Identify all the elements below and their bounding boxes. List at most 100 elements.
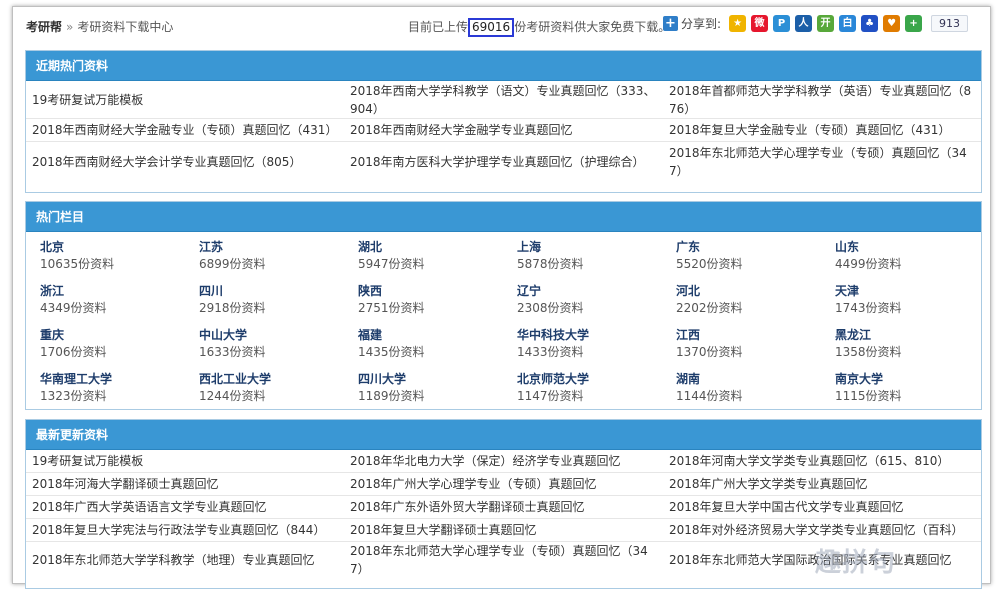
resource-link[interactable]: 2018年复旦大学宪法与行政法学专业真题回忆（844） <box>26 519 344 542</box>
hot-column-name[interactable]: 重庆 <box>40 327 199 344</box>
breadcrumb-current: 考研资料下载中心 <box>77 20 174 34</box>
resource-link[interactable]: 2018年首都师范大学学科教学（英语）专业真题回忆（876） <box>663 81 981 119</box>
hot-column-count: 1743份资料 <box>835 301 902 315</box>
resource-link[interactable]: 2018年复旦大学翻译硕士真题回忆 <box>344 519 663 542</box>
resource-link[interactable]: 2018年西南财经大学金融专业（专硕）真题回忆（431） <box>26 119 344 142</box>
hot-column-item[interactable]: 江苏 6899份资料 <box>199 236 358 280</box>
resource-link[interactable]: 2018年广东外语外贸大学翻译硕士真题回忆 <box>344 496 663 519</box>
resource-link[interactable]: 2018年广西大学英语语言文学专业真题回忆 <box>26 496 344 519</box>
hot-column-item[interactable]: 黑龙江 1358份资料 <box>835 324 994 368</box>
hot-column-name[interactable]: 辽宁 <box>517 283 676 300</box>
hot-column-name[interactable]: 河北 <box>676 283 835 300</box>
resource-link[interactable]: 2018年河南大学文学类专业真题回忆（615、810） <box>663 450 981 473</box>
hot-column-name[interactable]: 广东 <box>676 239 835 256</box>
resource-link[interactable]: 2018年复旦大学金融专业（专硕）真题回忆（431） <box>663 119 981 142</box>
resource-link[interactable]: 19考研复试万能模板 <box>26 450 344 473</box>
hot-column-count: 1435份资料 <box>358 345 425 359</box>
hot-column-item[interactable]: 华南理工大学 1323份资料 <box>40 368 199 412</box>
more-icon[interactable]: + <box>905 15 923 32</box>
hot-column-item[interactable]: 上海 5878份资料 <box>517 236 676 280</box>
hot-column-count: 4499份资料 <box>835 257 902 271</box>
hot-column-count: 1244份资料 <box>199 389 266 403</box>
pengyou-icon[interactable]: P <box>773 15 791 32</box>
hot-column-name[interactable]: 浙江 <box>40 283 199 300</box>
hot-column-name[interactable]: 黑龙江 <box>835 327 994 344</box>
hot-column-item[interactable]: 重庆 1706份资料 <box>40 324 199 368</box>
hot-column-item[interactable]: 中山大学 1633份资料 <box>199 324 358 368</box>
hot-column-item[interactable]: 广东 5520份资料 <box>676 236 835 280</box>
resource-link[interactable]: 2018年南方医科大学护理学专业真题回忆（护理综合） <box>344 142 663 182</box>
share-bar: + 分享到: ★ 微 P 人开白 ♣ ♥ + 913 <box>663 15 969 32</box>
resource-link[interactable]: 2018年西南财经大学会计学专业真题回忆（805） <box>26 142 344 182</box>
page-frame: 考研帮 » 考研资料下载中心 目前已上传 69016 份考研资料供大家免费下载。 + 分… <box>12 6 991 589</box>
hot-column-item[interactable]: 华中科技大学 1433份资料 <box>517 324 676 368</box>
share-plus-icon[interactable]: + <box>663 16 678 31</box>
hot-column-name[interactable]: 南京大学 <box>835 371 994 388</box>
hot-column-item[interactable]: 辽宁 2308份资料 <box>517 280 676 324</box>
hot-column-name[interactable]: 陕西 <box>358 283 517 300</box>
hot-column-item[interactable]: 福建 1435份资料 <box>358 324 517 368</box>
hot-column-item[interactable]: 南京大学 1115份资料 <box>835 368 994 412</box>
hot-column-item[interactable]: 北京 10635份资料 <box>40 236 199 280</box>
hot-column-name[interactable]: 江西 <box>676 327 835 344</box>
favorite-icon[interactable]: ♥ <box>883 15 901 32</box>
resource-link[interactable]: 2018年广州大学文学类专业真题回忆 <box>663 473 981 496</box>
notice-prefix: 目前已上传 <box>408 20 469 34</box>
resource-link[interactable]: 2018年河海大学翻译硕士真题回忆 <box>26 473 344 496</box>
hot-column-item[interactable]: 四川 2918份资料 <box>199 280 358 324</box>
hot-column-count: 1633份资料 <box>199 345 266 359</box>
hot-column-name[interactable]: 北京 <box>40 239 199 256</box>
hot-column-item[interactable]: 浙江 4349份资料 <box>40 280 199 324</box>
resource-link[interactable]: 2018年广州大学心理学专业（专硕）真题回忆 <box>344 473 663 496</box>
resource-link[interactable]: 2018年西南大学学科教学（语文）专业真题回忆（333、904） <box>344 81 663 119</box>
breadcrumb-home-link[interactable]: 考研帮 <box>26 20 62 34</box>
resource-link[interactable]: 2018年对外经济贸易大学文学类专业真题回忆（百科） <box>663 519 981 542</box>
hot-column-item[interactable]: 湖南 1144份资料 <box>676 368 835 412</box>
hot-column-name[interactable]: 山东 <box>835 239 994 256</box>
share-count[interactable]: 913 <box>931 15 969 32</box>
hot-column-name[interactable]: 四川 <box>199 283 358 300</box>
hot-column-item[interactable]: 北京师范大学 1147份资料 <box>517 368 676 412</box>
hot-column-name[interactable]: 西北工业大学 <box>199 371 358 388</box>
hot-columns-title: 热门栏目 <box>26 202 981 232</box>
renren-icon[interactable]: 人 <box>795 15 813 32</box>
latest-title: 最新更新资料 <box>26 420 981 450</box>
hot-column-count: 5520份资料 <box>676 257 743 271</box>
top-bar: 考研帮 » 考研资料下载中心 目前已上传 69016 份考研资料供大家免费下载。 + 分… <box>13 7 990 45</box>
resource-link[interactable]: 19考研复试万能模板 <box>26 81 344 119</box>
hot-column-item[interactable]: 四川大学 1189份资料 <box>358 368 517 412</box>
hot-column-item[interactable]: 陕西 2751份资料 <box>358 280 517 324</box>
qzone-icon[interactable]: ★ <box>729 15 747 32</box>
hot-column-name[interactable]: 福建 <box>358 327 517 344</box>
hot-column-item[interactable]: 江西 1370份资料 <box>676 324 835 368</box>
resource-link[interactable]: 2018年东北师范大学学科教学（地理）专业真题回忆 <box>26 542 344 578</box>
resource-link[interactable]: 2018年东北师范大学心理学专业（专硕）真题回忆（347） <box>344 542 663 578</box>
resource-link[interactable]: 2018年西南财经大学金融学专业真题回忆 <box>344 119 663 142</box>
hot-column-item[interactable]: 西北工业大学 1244份资料 <box>199 368 358 412</box>
hot-column-name[interactable]: 华南理工大学 <box>40 371 199 388</box>
hot-column-name[interactable]: 北京师范大学 <box>517 371 676 388</box>
hot-column-name[interactable]: 上海 <box>517 239 676 256</box>
kaixin-icon[interactable]: 开 <box>817 15 835 32</box>
weibo-icon[interactable]: 微 <box>751 15 769 32</box>
hot-column-name[interactable]: 湖南 <box>676 371 835 388</box>
baidu-paw-icon[interactable]: ♣ <box>861 15 879 32</box>
hot-column-name[interactable]: 湖北 <box>358 239 517 256</box>
resource-link[interactable]: 2018年东北师范大学心理学专业（专硕）真题回忆（347） <box>663 142 981 182</box>
hot-column-count: 1370份资料 <box>676 345 743 359</box>
resource-link[interactable]: 2018年华北电力大学（保定）经济学专业真题回忆 <box>344 450 663 473</box>
hot-column-item[interactable]: 湖北 5947份资料 <box>358 236 517 280</box>
hot-column-name[interactable]: 江苏 <box>199 239 358 256</box>
hot-columns-grid: 北京 10635份资料 江苏 6899份资料 湖北 5947份资料 上海 5878份资料 广东 5… <box>26 232 981 412</box>
hot-column-item[interactable]: 山东 4499份资料 <box>835 236 994 280</box>
hot-column-name[interactable]: 中山大学 <box>199 327 358 344</box>
hot-column-name[interactable]: 天津 <box>835 283 994 300</box>
hot-column-item[interactable]: 河北 2202份资料 <box>676 280 835 324</box>
watermark: 趣拼句 <box>815 548 897 578</box>
resource-link[interactable]: 2018年复旦大学中国古代文学专业真题回忆 <box>663 496 981 519</box>
baidu-bai-icon[interactable]: 白 <box>839 15 857 32</box>
hot-column-item[interactable]: 天津 1743份资料 <box>835 280 994 324</box>
hot-column-name[interactable]: 华中科技大学 <box>517 327 676 344</box>
hot-column-name[interactable]: 四川大学 <box>358 371 517 388</box>
share-label: 分享到: <box>681 17 722 31</box>
